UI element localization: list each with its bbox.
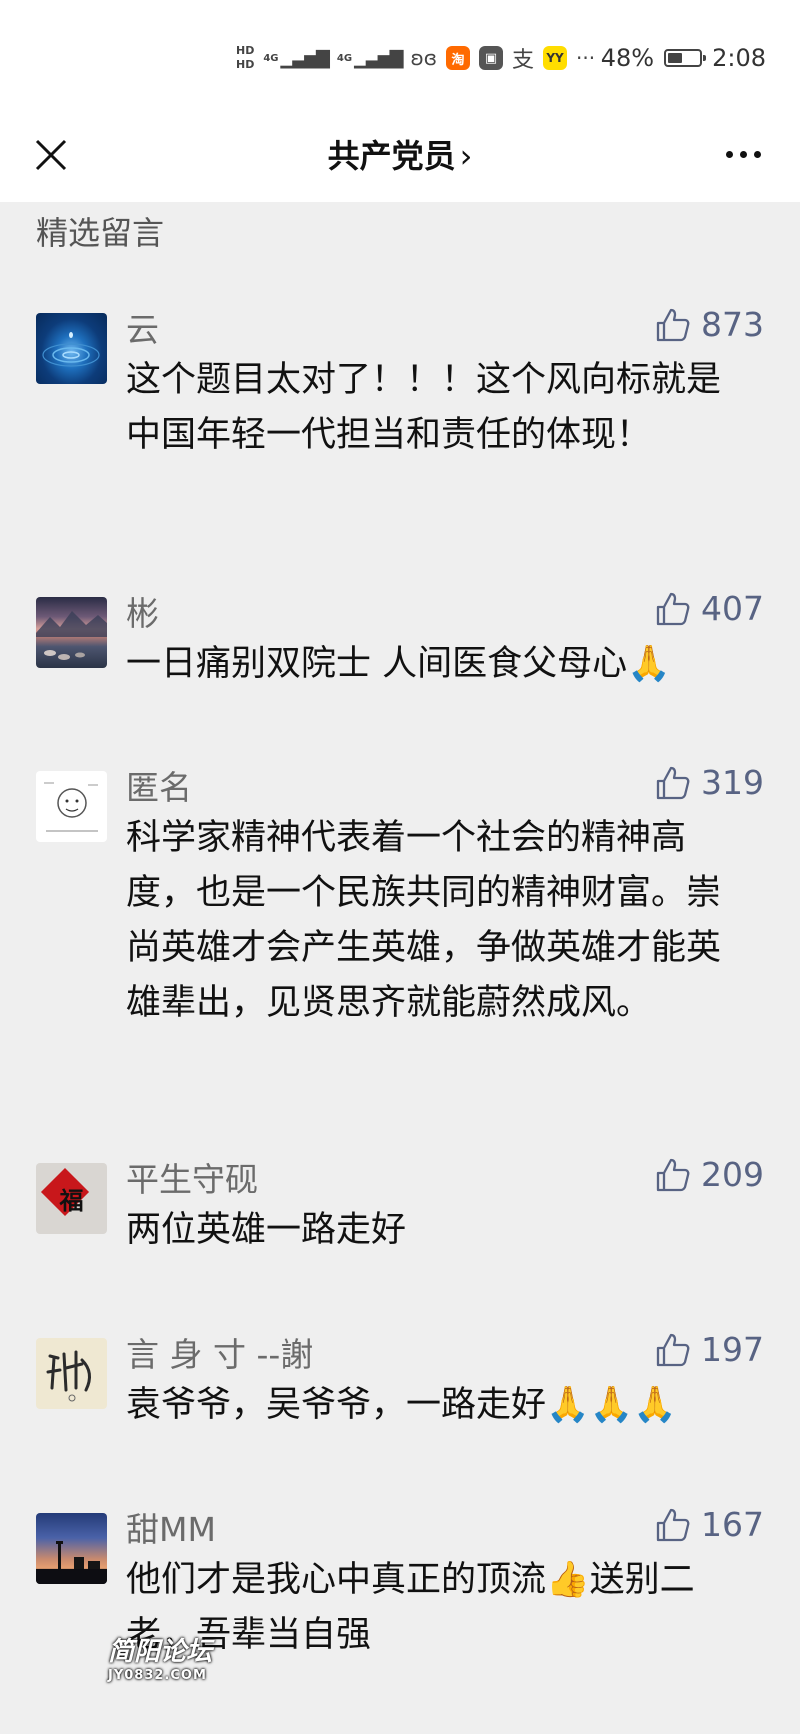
thumbs-up-icon: [656, 592, 690, 625]
hd-indicator: HD HD: [236, 44, 254, 72]
thumbs-up-icon: [656, 766, 690, 799]
avatar[interactable]: [36, 597, 107, 668]
more-dot: [739, 150, 747, 158]
more-dot: [753, 150, 761, 158]
like-button[interactable]: 407: [655, 589, 764, 628]
avatar[interactable]: [36, 313, 107, 384]
section-title: 精选留言: [36, 214, 165, 252]
battery-percent: 48%: [600, 44, 655, 72]
yy-app-icon: YY: [543, 46, 568, 70]
network-type-label: 4G: [336, 52, 353, 64]
commenter-name: 匿名: [126, 768, 192, 807]
avatar[interactable]: 福: [36, 1163, 107, 1234]
watermark-title: 简阳论坛: [108, 1637, 213, 1667]
like-count: 167: [701, 1505, 764, 1544]
like-button[interactable]: 319: [655, 763, 764, 802]
commenter-name: 言 身 寸 --謝: [126, 1335, 314, 1374]
account-title-link[interactable]: 共产党员 ›: [0, 130, 800, 182]
like-count: 407: [701, 589, 764, 628]
like-count: 209: [701, 1155, 764, 1194]
like-count: 873: [701, 305, 764, 344]
app-notification-icon: ▣: [479, 46, 503, 70]
comment-text: 袁爷爷，吴爷爷，一路走好🙏🙏🙏: [126, 1385, 677, 1425]
clock: 2:08: [712, 44, 766, 72]
like-count: 197: [701, 1330, 764, 1369]
watermark-url: JY0832.COM: [108, 1668, 207, 1683]
comment-text: 科学家精神代表着一个社会的精神高度，也是一个民族共同的精神财富。崇尚英雄才会产生…: [126, 818, 722, 1023]
thumbs-up-icon: [656, 1508, 690, 1541]
more-notifications-icon: ···: [576, 46, 596, 70]
thumbs-up-icon: [656, 1158, 690, 1191]
status-bar: HD HD 4G ▁▃▅▇ 4G ▁▃▅▇ ʚɞ 淘 ▣ 支 YY ··· 48…: [0, 0, 800, 110]
commenter-name: 甜MM: [126, 1510, 216, 1549]
avatar[interactable]: [36, 1513, 107, 1584]
commenter-name: 平生守砚: [126, 1160, 258, 1199]
more-button[interactable]: [718, 134, 768, 174]
commenter-name: 云: [126, 310, 159, 349]
like-button[interactable]: 873: [655, 305, 764, 344]
more-dot: [725, 150, 733, 158]
hd-label: HD: [236, 44, 255, 57]
thumbs-up-icon: [656, 1333, 690, 1366]
avatar[interactable]: [36, 1338, 107, 1409]
like-button[interactable]: 167: [655, 1505, 764, 1544]
hd-label: HD: [236, 58, 255, 71]
fu-character: 福: [59, 1186, 84, 1215]
signal-icon: 4G ▁▃▅▇: [336, 47, 404, 69]
signal-icon: 4G ▁▃▅▇: [263, 47, 330, 69]
commenter-name: 彬: [126, 594, 159, 633]
page-title: 共产党员: [327, 137, 456, 175]
comment-text: 他们才是我心中真正的顶流👍送别二老，吾辈当自强: [126, 1560, 695, 1655]
butterfly-app-icon: ʚɞ: [410, 46, 437, 70]
like-button[interactable]: 197: [655, 1330, 764, 1369]
thumbs-up-icon: [656, 308, 690, 341]
like-count: 319: [701, 763, 764, 802]
chevron-right-icon: ›: [459, 137, 473, 175]
alipay-app-icon: 支: [512, 48, 535, 73]
comment-text: 一日痛别双院士 人间医食父母心🙏: [126, 644, 671, 684]
like-button[interactable]: 209: [655, 1155, 764, 1194]
comment-text: 这个题目太对了！！！这个风向标就是中国年轻一代担当和责任的体现！: [126, 360, 722, 455]
network-type-label: 4G: [263, 52, 279, 64]
avatar[interactable]: [36, 771, 107, 842]
taobao-app-icon: 淘: [446, 46, 470, 70]
battery-icon: [664, 49, 707, 67]
comment-text: 两位英雄一路走好: [126, 1210, 407, 1250]
nav-bar: 共产党员 ›: [0, 110, 800, 202]
status-right: 48% 2:08: [601, 44, 766, 72]
status-icons: HD HD 4G ▁▃▅▇ 4G ▁▃▅▇ ʚɞ 淘 ▣ 支 YY ···: [236, 38, 595, 78]
forum-watermark: 简阳论坛 JY0832.COM: [108, 1636, 212, 1684]
